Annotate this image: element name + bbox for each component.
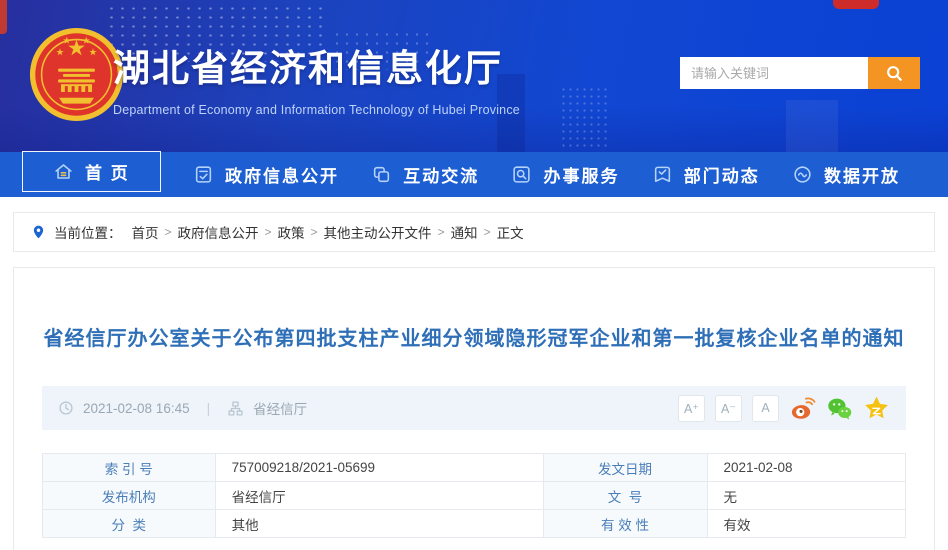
banner-building-decoration [560, 86, 608, 148]
font-decrease-button[interactable]: A⁻ [715, 395, 742, 422]
china-national-emblem-icon [28, 26, 125, 123]
search-button[interactable] [868, 57, 920, 89]
info-value-category: 其他 [215, 510, 543, 538]
banner-building-decoration [786, 100, 838, 152]
nav-item-label: 数据开放 [824, 162, 900, 187]
info-value-validity: 有效 [707, 510, 906, 538]
breadcrumb-location-label: 当前位置： [54, 222, 122, 242]
service-search-icon [511, 164, 532, 185]
banner-red-decoration [833, 0, 879, 9]
article-meta-bar: 2021-02-08 16:45 | 省经信厅 A⁺ A⁻ A [42, 386, 906, 430]
font-reset-button[interactable]: A [752, 395, 779, 422]
home-icon [53, 161, 74, 182]
bookmark-check-icon [652, 164, 673, 185]
breadcrumb-item-current: 正文 [497, 222, 524, 242]
nav-item-interaction[interactable]: 互动交流 [371, 162, 479, 187]
location-pin-icon [31, 223, 46, 241]
site-subtitle: Department of Economy and Information Te… [113, 103, 520, 117]
data-wave-icon [792, 164, 813, 185]
meta-divider: | [207, 401, 211, 416]
search-icon [885, 64, 904, 83]
nav-item-label: 首 页 [85, 159, 130, 184]
nav-item-services[interactable]: 办事服务 [511, 162, 619, 187]
table-row: 索 引 号 757009218/2021-05699 发文日期 2021-02-… [43, 454, 906, 482]
nav-item-open-data[interactable]: 数据开放 [792, 162, 900, 187]
breadcrumb-item-other-docs[interactable]: 其他主动公开文件 [324, 222, 432, 242]
table-row: 发布机构 省经信厅 文 号 无 [43, 482, 906, 510]
breadcrumb-separator: > [265, 225, 272, 239]
search-input[interactable] [680, 57, 868, 89]
weibo-icon[interactable] [789, 395, 816, 422]
publish-datetime: 2021-02-08 16:45 [83, 401, 190, 416]
breadcrumb-separator: > [165, 225, 172, 239]
breadcrumb-item-home[interactable]: 首页 [132, 222, 159, 242]
site-title: 湖北省经济和信息化厅 [113, 38, 520, 92]
org-icon [227, 400, 244, 417]
info-label-publish-date: 发文日期 [543, 454, 707, 482]
breadcrumb: 当前位置： 首页 > 政府信息公开 > 政策 > 其他主动公开文件 > 通知 >… [13, 212, 935, 252]
info-label-index-number: 索 引 号 [43, 454, 216, 482]
article-card: 省经信厅办公室关于公布第四批支柱产业细分领域隐形冠军企业和第一批复核企业名单的通… [13, 267, 935, 550]
document-check-icon [193, 164, 214, 185]
nav-item-home[interactable]: 首 页 [22, 151, 161, 192]
document-info-table: 索 引 号 757009218/2021-05699 发文日期 2021-02-… [42, 453, 906, 538]
site-search [680, 57, 920, 89]
breadcrumb-item-gov-info[interactable]: 政府信息公开 [178, 222, 259, 242]
breadcrumb-separator: > [311, 225, 318, 239]
wechat-icon[interactable] [826, 395, 853, 422]
publish-source: 省经信厅 [253, 398, 307, 418]
info-value-index-number: 757009218/2021-05699 [215, 454, 543, 482]
site-banner: 湖北省经济和信息化厅 Department of Economy and Inf… [0, 0, 948, 152]
breadcrumb-item-notice[interactable]: 通知 [451, 222, 478, 242]
clock-icon [58, 400, 74, 416]
font-increase-button[interactable]: A⁺ [678, 395, 705, 422]
interaction-icon [371, 164, 392, 185]
info-label-publisher: 发布机构 [43, 482, 216, 510]
nav-item-label: 部门动态 [684, 162, 760, 187]
nav-item-label: 办事服务 [543, 162, 619, 187]
info-label-doc-number: 文 号 [543, 482, 707, 510]
table-row: 分 类 其他 有 效 性 有效 [43, 510, 906, 538]
breadcrumb-separator: > [438, 225, 445, 239]
banner-red-decoration [0, 0, 7, 34]
star-share-icon[interactable] [863, 395, 890, 422]
main-navigation: 首 页 政府信息公开 互动交流 办事服务 部门动态 数据开放 [0, 152, 948, 197]
nav-item-department-news[interactable]: 部门动态 [652, 162, 760, 187]
breadcrumb-item-policy[interactable]: 政策 [278, 222, 305, 242]
nav-item-gov-info[interactable]: 政府信息公开 [193, 162, 339, 187]
nav-item-label: 政府信息公开 [225, 162, 339, 187]
nav-item-label: 互动交流 [403, 162, 479, 187]
info-value-doc-number: 无 [707, 482, 906, 510]
info-value-publish-date: 2021-02-08 [707, 454, 906, 482]
info-value-publisher: 省经信厅 [215, 482, 543, 510]
article-title: 省经信厅办公室关于公布第四批支柱产业细分领域隐形冠军企业和第一批复核企业名单的通… [42, 268, 906, 354]
info-label-category: 分 类 [43, 510, 216, 538]
info-label-validity: 有 效 性 [543, 510, 707, 538]
breadcrumb-separator: > [484, 225, 491, 239]
